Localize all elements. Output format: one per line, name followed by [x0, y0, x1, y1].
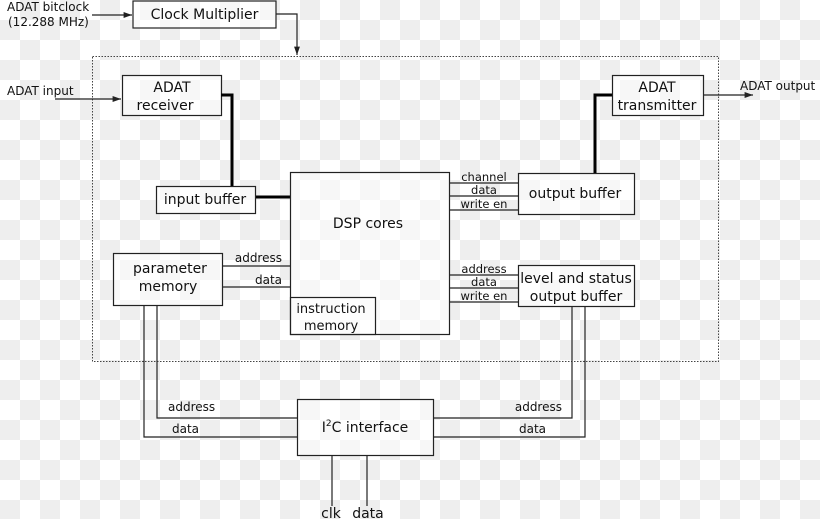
- instruction-memory-block: instruction memory: [289, 296, 377, 336]
- level-status-label-line2: output buffer: [530, 289, 623, 305]
- i2c-interface-block: I2C interface: [296, 398, 435, 457]
- adat-transmitter-block: ADAT transmitter: [611, 74, 705, 117]
- output-buffer-to-transmitter-bus: [593, 93, 612, 173]
- bitclock-label-line2: (12.288 MHz): [8, 15, 89, 29]
- adat-receiver-label-line2: receiver: [137, 98, 194, 114]
- output-buffer-block: output buffer: [517, 172, 636, 216]
- input-buffer-block: input buffer: [155, 185, 257, 215]
- lvl-data-label: data: [471, 275, 497, 289]
- out-write-en-label: write en: [461, 197, 508, 211]
- i2c-right-data-label: data: [519, 422, 546, 436]
- i2c-right-address-label: address: [515, 400, 562, 414]
- input-buffer-label: input buffer: [164, 192, 246, 208]
- output-buffer-label: output buffer: [529, 186, 622, 202]
- clock-multiplier-block: Clock Multiplier: [132, 0, 277, 29]
- i2c-interface-label: I2C interface: [322, 419, 409, 436]
- i2c-left-address-label: address: [168, 400, 215, 414]
- out-data-label: data: [471, 183, 497, 197]
- param-data-label: data: [255, 273, 282, 287]
- out-channel-label: channel: [461, 170, 507, 184]
- instruction-memory-label-line2: memory: [304, 319, 359, 334]
- parameter-memory-label-line1: parameter: [133, 261, 207, 277]
- adat-receiver-label-line1: ADAT: [153, 80, 191, 96]
- block-diagram: ADAT bitclock (12.288 MHz) Clock Multipl…: [7, 0, 816, 519]
- i2c-left-data-wire: [143, 305, 297, 438]
- adat-output-label: ADAT output: [740, 79, 816, 93]
- lvl-write-en-label: write en: [461, 289, 508, 303]
- param-address-label: address: [235, 251, 282, 265]
- clock-out-wire: [276, 13, 300, 55]
- adat-receiver-block: ADAT receiver: [121, 74, 223, 117]
- bitclock-label-line1: ADAT bitclock: [7, 0, 89, 14]
- dsp-cores-label: DSP cores: [333, 216, 403, 232]
- parameter-memory-block: parameter memory: [112, 252, 224, 307]
- clock-multiplier-label: Clock Multiplier: [151, 7, 259, 23]
- lvl-address-label: address: [461, 262, 506, 276]
- i2c-data-label: data: [352, 506, 384, 519]
- level-status-buffer-block: level and status output buffer: [517, 264, 636, 308]
- adat-transmitter-label-line1: ADAT: [638, 80, 676, 96]
- receiver-to-input-buffer-bus: [221, 93, 234, 186]
- parameter-memory-label-line2: memory: [139, 279, 198, 295]
- i2c-right-data-wire: [433, 306, 586, 438]
- instruction-memory-label-line1: instruction: [296, 302, 365, 317]
- level-status-label-line1: level and status: [520, 271, 632, 287]
- adat-input-label: ADAT input: [7, 84, 74, 98]
- i2c-clk-label: clk: [321, 506, 342, 519]
- adat-transmitter-label-line2: transmitter: [618, 98, 697, 114]
- i2c-left-data-label: data: [172, 422, 199, 436]
